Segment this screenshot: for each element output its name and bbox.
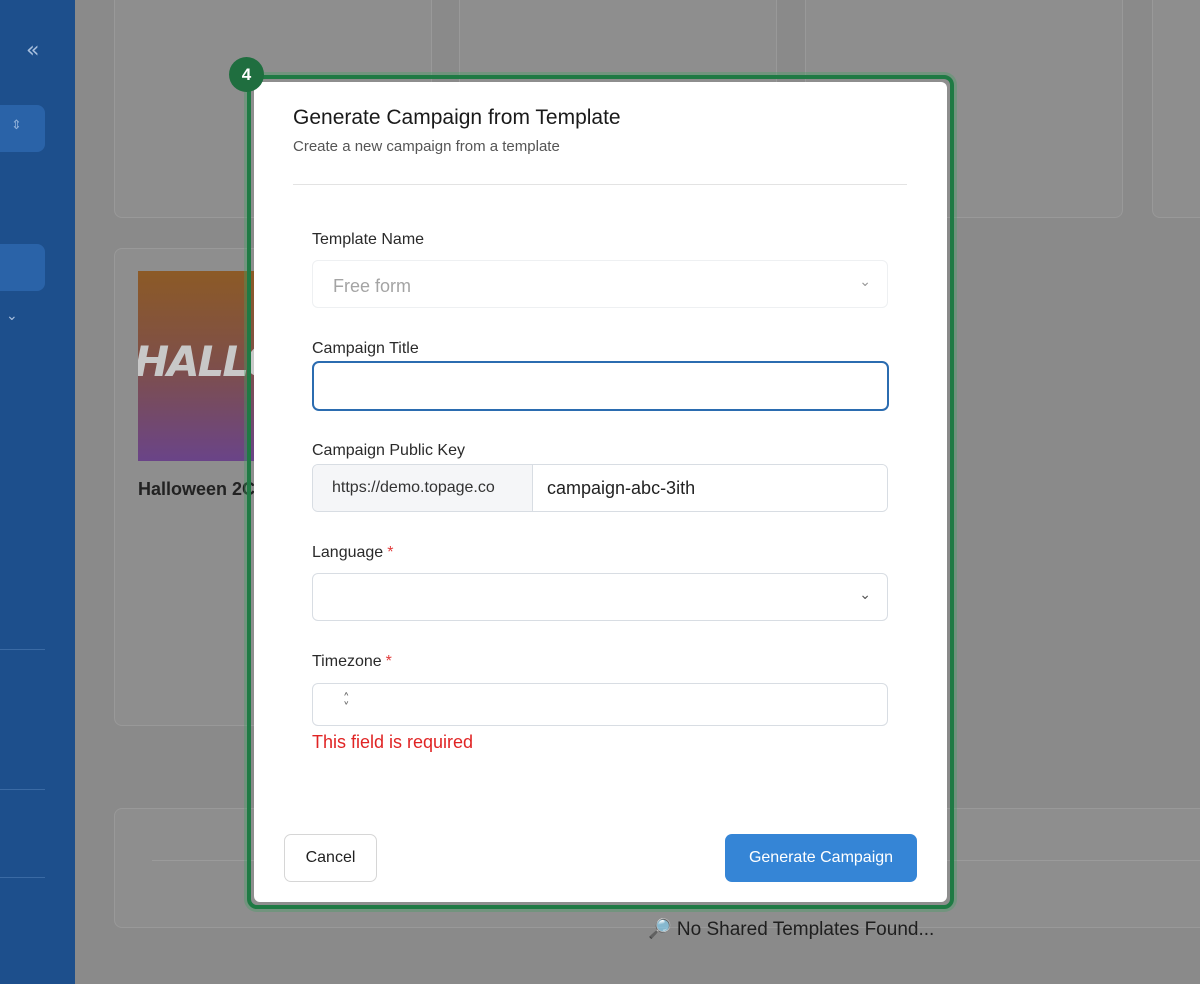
sidebar-divider (0, 789, 45, 790)
sidebar: « ⇕ ⌄ (0, 0, 75, 984)
timezone-label: Timezone * (312, 653, 392, 671)
modal-subtitle: Create a new campaign from a template (293, 138, 560, 155)
generate-campaign-modal: Generate Campaign from Template Create a… (254, 82, 947, 902)
chevron-down-icon[interactable]: ⌄ (6, 308, 18, 324)
select-arrows-icon: ˄ ˅ (343, 692, 350, 716)
cancel-button[interactable]: Cancel (284, 834, 377, 882)
language-label-text: Language (312, 544, 384, 561)
timezone-label-text: Timezone (312, 653, 382, 670)
sidebar-selector[interactable]: ⇕ (0, 105, 45, 152)
required-mark: * (387, 544, 394, 561)
template-name-select[interactable]: Free form ⌄ (312, 260, 888, 308)
sidebar-divider (0, 877, 45, 878)
public-key-label: Campaign Public Key (312, 442, 465, 459)
timezone-select[interactable]: ˄ ˅ (312, 683, 888, 726)
campaign-title-label: Campaign Title (312, 340, 419, 357)
chevron-down-icon: ⌄ (859, 587, 871, 603)
thumbnail-text: HALLOWEEN (138, 337, 256, 386)
template-name-label: Template Name (312, 231, 425, 248)
language-select[interactable]: ⌄ (312, 573, 888, 621)
generate-campaign-button[interactable]: Generate Campaign (725, 834, 917, 882)
template-thumbnail: HALLOWEEN (138, 271, 256, 461)
empty-state-text: 🔎 No Shared Templates Found... (648, 919, 935, 940)
template-name-value: Free form (333, 276, 412, 296)
chevron-down-icon: ⌄ (859, 274, 871, 290)
public-key-group: https://demo.topage.co (312, 464, 888, 512)
public-key-input[interactable] (533, 465, 887, 511)
step-badge: 4 (229, 57, 264, 92)
public-key-prefix: https://demo.topage.co (313, 465, 533, 511)
campaign-title-input[interactable] (312, 361, 889, 411)
template-card-title: Halloween 2C (138, 479, 256, 499)
sidebar-item-active[interactable] (0, 244, 45, 291)
template-card (1152, 0, 1200, 218)
timezone-error: This field is required (312, 732, 474, 752)
collapse-sidebar-icon[interactable]: « (26, 38, 39, 63)
language-label: Language * (312, 544, 393, 562)
modal-title: Generate Campaign from Template (293, 106, 621, 129)
select-arrows-icon: ⇕ (11, 118, 22, 133)
modal-divider (293, 184, 907, 185)
sidebar-divider (0, 649, 45, 650)
required-mark: * (385, 653, 392, 670)
